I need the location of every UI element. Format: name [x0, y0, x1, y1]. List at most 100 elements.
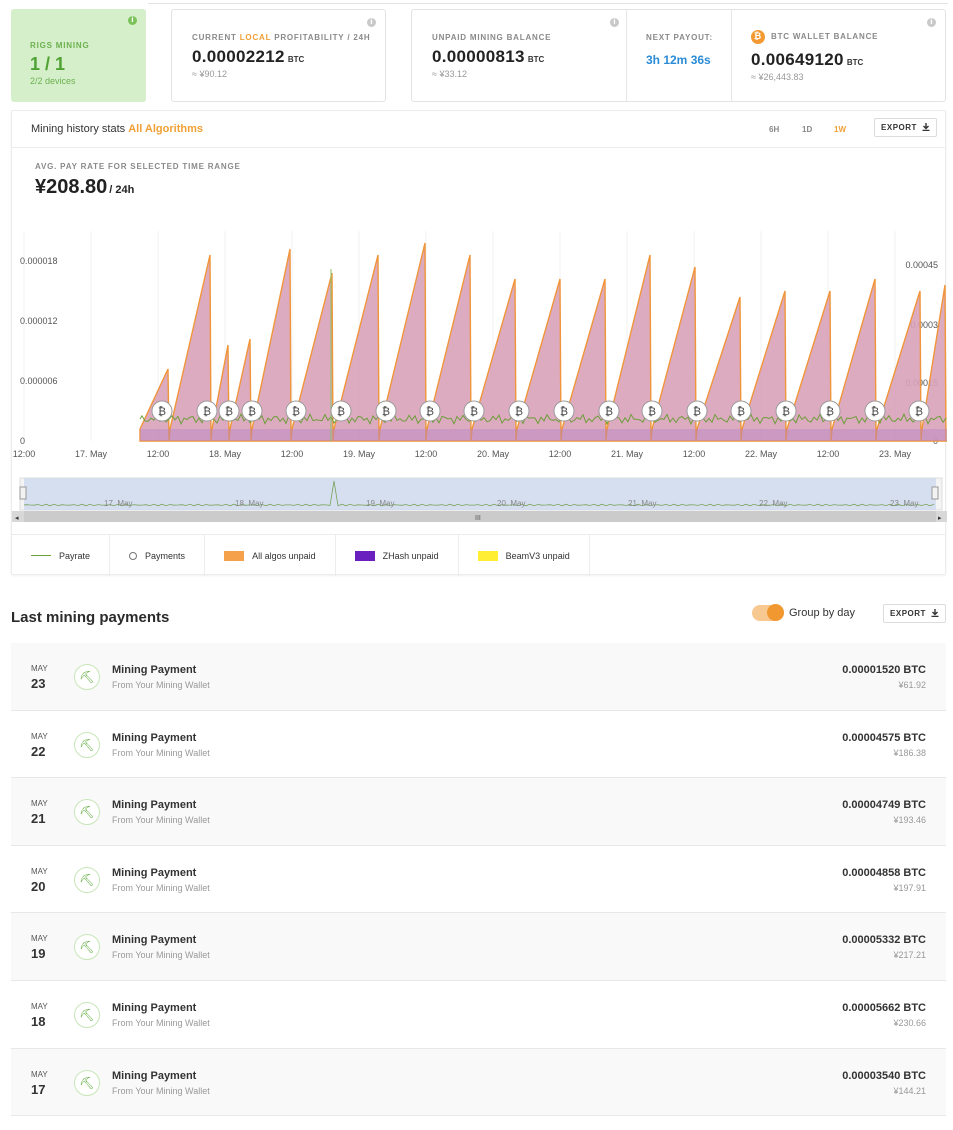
info-icon[interactable]: i	[927, 18, 936, 27]
navigator-tick-label: 17. May	[104, 499, 132, 508]
payment-amount: 0.00004575 BTC	[842, 731, 926, 744]
x-axis-tick-label: 12:00	[683, 449, 706, 459]
pickaxe-icon: ⛏	[74, 934, 100, 961]
group-by-day-toggle[interactable]	[752, 604, 784, 621]
list-item[interactable]: MAY 18 ⛏ Mining Payment From Your Mining…	[11, 980, 946, 1049]
payment-amount: 0.00003540 BTC	[842, 1069, 926, 1082]
rigs-label: RIGS MINING	[30, 41, 90, 50]
export-label: EXPORT	[890, 609, 926, 618]
legend-zhash-unpaid[interactable]: ZHash unpaid	[336, 535, 459, 576]
payment-amount: 0.00001520 BTC	[842, 664, 926, 676]
export-label: EXPORT	[881, 123, 917, 132]
y-axis-tick-label: 0.000006	[20, 376, 58, 386]
list-item[interactable]: MAY 20 ⛏ Mining Payment From Your Mining…	[11, 845, 946, 914]
rigs-mining-card[interactable]: i RIGS MINING 1 / 1 2/2 devices	[11, 9, 146, 102]
history-export-button[interactable]: EXPORT	[874, 118, 937, 137]
payment-source: From Your Mining Wallet	[112, 1017, 210, 1028]
info-icon[interactable]: i	[610, 18, 619, 27]
navigator-handle-left	[19, 486, 27, 500]
scroll-left-icon: ◂	[15, 515, 19, 522]
unpaid-unit: BTC	[527, 55, 545, 64]
legend-payments[interactable]: Payments	[110, 535, 206, 576]
payment-title: Mining Payment	[112, 1001, 197, 1014]
payment-month: MAY	[31, 866, 48, 876]
bitcoin-icon: ₿	[426, 405, 434, 418]
payment-source: From Your Mining Wallet	[112, 815, 210, 826]
download-icon	[922, 122, 930, 133]
navigator-tick-label: 19. May	[366, 499, 394, 508]
payment-fiat: ¥217.21	[893, 950, 926, 961]
pickaxe-icon: ⛏	[74, 799, 100, 826]
bitcoin-icon: ₿	[337, 405, 345, 418]
x-axis-tick-label: 12:00	[817, 449, 840, 459]
unpaid-fiat: ≈ ¥33.12	[432, 69, 467, 79]
history-title: Mining history stats All Algorithms	[31, 123, 203, 135]
payment-title: Mining Payment	[112, 934, 197, 947]
bitcoin-icon: ₿	[382, 405, 390, 418]
navigator-tick-label: 20. May	[497, 499, 525, 508]
payment-source: From Your Mining Wallet	[112, 1085, 210, 1096]
chart-legend: Payrate Payments All algos unpaid ZHash …	[12, 534, 945, 576]
wallet-value-wrap: 0.00649120 BTC	[751, 50, 863, 70]
range-1d[interactable]: 1D	[802, 125, 812, 134]
payment-fiat: ¥230.66	[893, 1017, 926, 1028]
navigator-tick-label: 21. May	[628, 499, 656, 508]
pickaxe-icon: ⛏	[74, 664, 100, 690]
x-axis-tick-label: 21. May	[611, 449, 644, 459]
x-axis-tick-label: 12:00	[147, 449, 170, 459]
list-item[interactable]: MAY 19 ⛏ Mining Payment From Your Mining…	[11, 913, 946, 981]
y-axis-tick-label: 0	[20, 436, 25, 446]
algorithm-selector[interactable]: All Algorithms	[128, 123, 203, 135]
bitcoin-icon: ₿	[915, 405, 923, 418]
range-1w[interactable]: 1W	[834, 125, 846, 134]
list-item[interactable]: MAY 22 ⛏ Mining Payment From Your Mining…	[11, 710, 946, 779]
yellow-swatch	[477, 550, 498, 561]
toggle-knob	[767, 604, 784, 621]
pickaxe-icon: ⛏	[74, 731, 100, 758]
wallet-label: BTC WALLET BALANCE	[771, 32, 879, 42]
x-axis-tick-label: 12:00	[281, 449, 304, 459]
info-icon[interactable]: i	[128, 16, 137, 25]
x-axis-tick-label: 12:00	[415, 449, 438, 459]
profitability-value-wrap: 0.00002212 BTC	[192, 47, 304, 67]
bitcoin-icon: ₿	[605, 405, 613, 418]
legend-beamv3-unpaid[interactable]: BeamV3 unpaid	[459, 535, 590, 576]
payment-day: 19	[31, 946, 46, 962]
orange-swatch	[224, 550, 245, 561]
info-icon[interactable]: i	[367, 18, 376, 27]
list-item[interactable]: MAY 21 ⛏ Mining Payment From Your Mining…	[11, 778, 946, 846]
payment-source: From Your Mining Wallet	[112, 680, 210, 690]
next-payout-label: NEXT PAYOUT:	[646, 33, 713, 42]
payment-title: Mining Payment	[112, 1069, 197, 1082]
mining-history-chart[interactable]: 0.0000180.0000120.00000600.000450.00030.…	[12, 211, 947, 531]
list-item[interactable]: MAY 23 ⛏ Mining Payment From Your Mining…	[11, 643, 946, 711]
range-6h[interactable]: 6H	[769, 125, 779, 134]
bitcoin-icon: ₿	[560, 405, 568, 418]
next-payout-value: 3h 12m 36s	[646, 53, 711, 67]
payment-amount: 0.00004749 BTC	[842, 799, 926, 812]
header-divider	[12, 147, 945, 148]
payment-month: MAY	[31, 664, 48, 673]
bitcoin-icon: ₿	[693, 405, 701, 418]
payments-list: MAY 23 ⛏ Mining Payment From Your Mining…	[11, 643, 946, 1117]
avg-pay-value: ¥208.80/ 24h	[35, 176, 135, 198]
list-item[interactable]: MAY 17 ⛏ Mining Payment From Your Mining…	[11, 1048, 946, 1117]
x-axis-tick-label: 20. May	[477, 449, 510, 459]
payment-source: From Your Mining Wallet	[112, 950, 210, 961]
x-axis-tick-label: 12:00	[549, 449, 572, 459]
wallet-label-wrap: ₿ BTC WALLET BALANCE	[751, 30, 878, 44]
bitcoin-icon: ₿	[782, 405, 790, 418]
profitability-unit: BTC	[287, 55, 305, 64]
bitcoin-icon: ₿	[648, 405, 656, 418]
payment-month: MAY	[31, 934, 48, 944]
payment-month: MAY	[31, 731, 48, 741]
legend-payrate[interactable]: Payrate	[12, 535, 111, 576]
payment-month: MAY	[31, 799, 48, 809]
rigs-devices: 2/2 devices	[30, 76, 76, 86]
scroll-grip-icon: III	[475, 515, 481, 522]
profitability-value: 0.00002212	[192, 47, 285, 66]
payment-title: Mining Payment	[112, 799, 197, 812]
payments-export-button[interactable]: EXPORT	[883, 604, 946, 623]
legend-all-algos-unpaid[interactable]: All algos unpaid	[205, 535, 336, 576]
payments-title: Last mining payments	[11, 609, 170, 626]
